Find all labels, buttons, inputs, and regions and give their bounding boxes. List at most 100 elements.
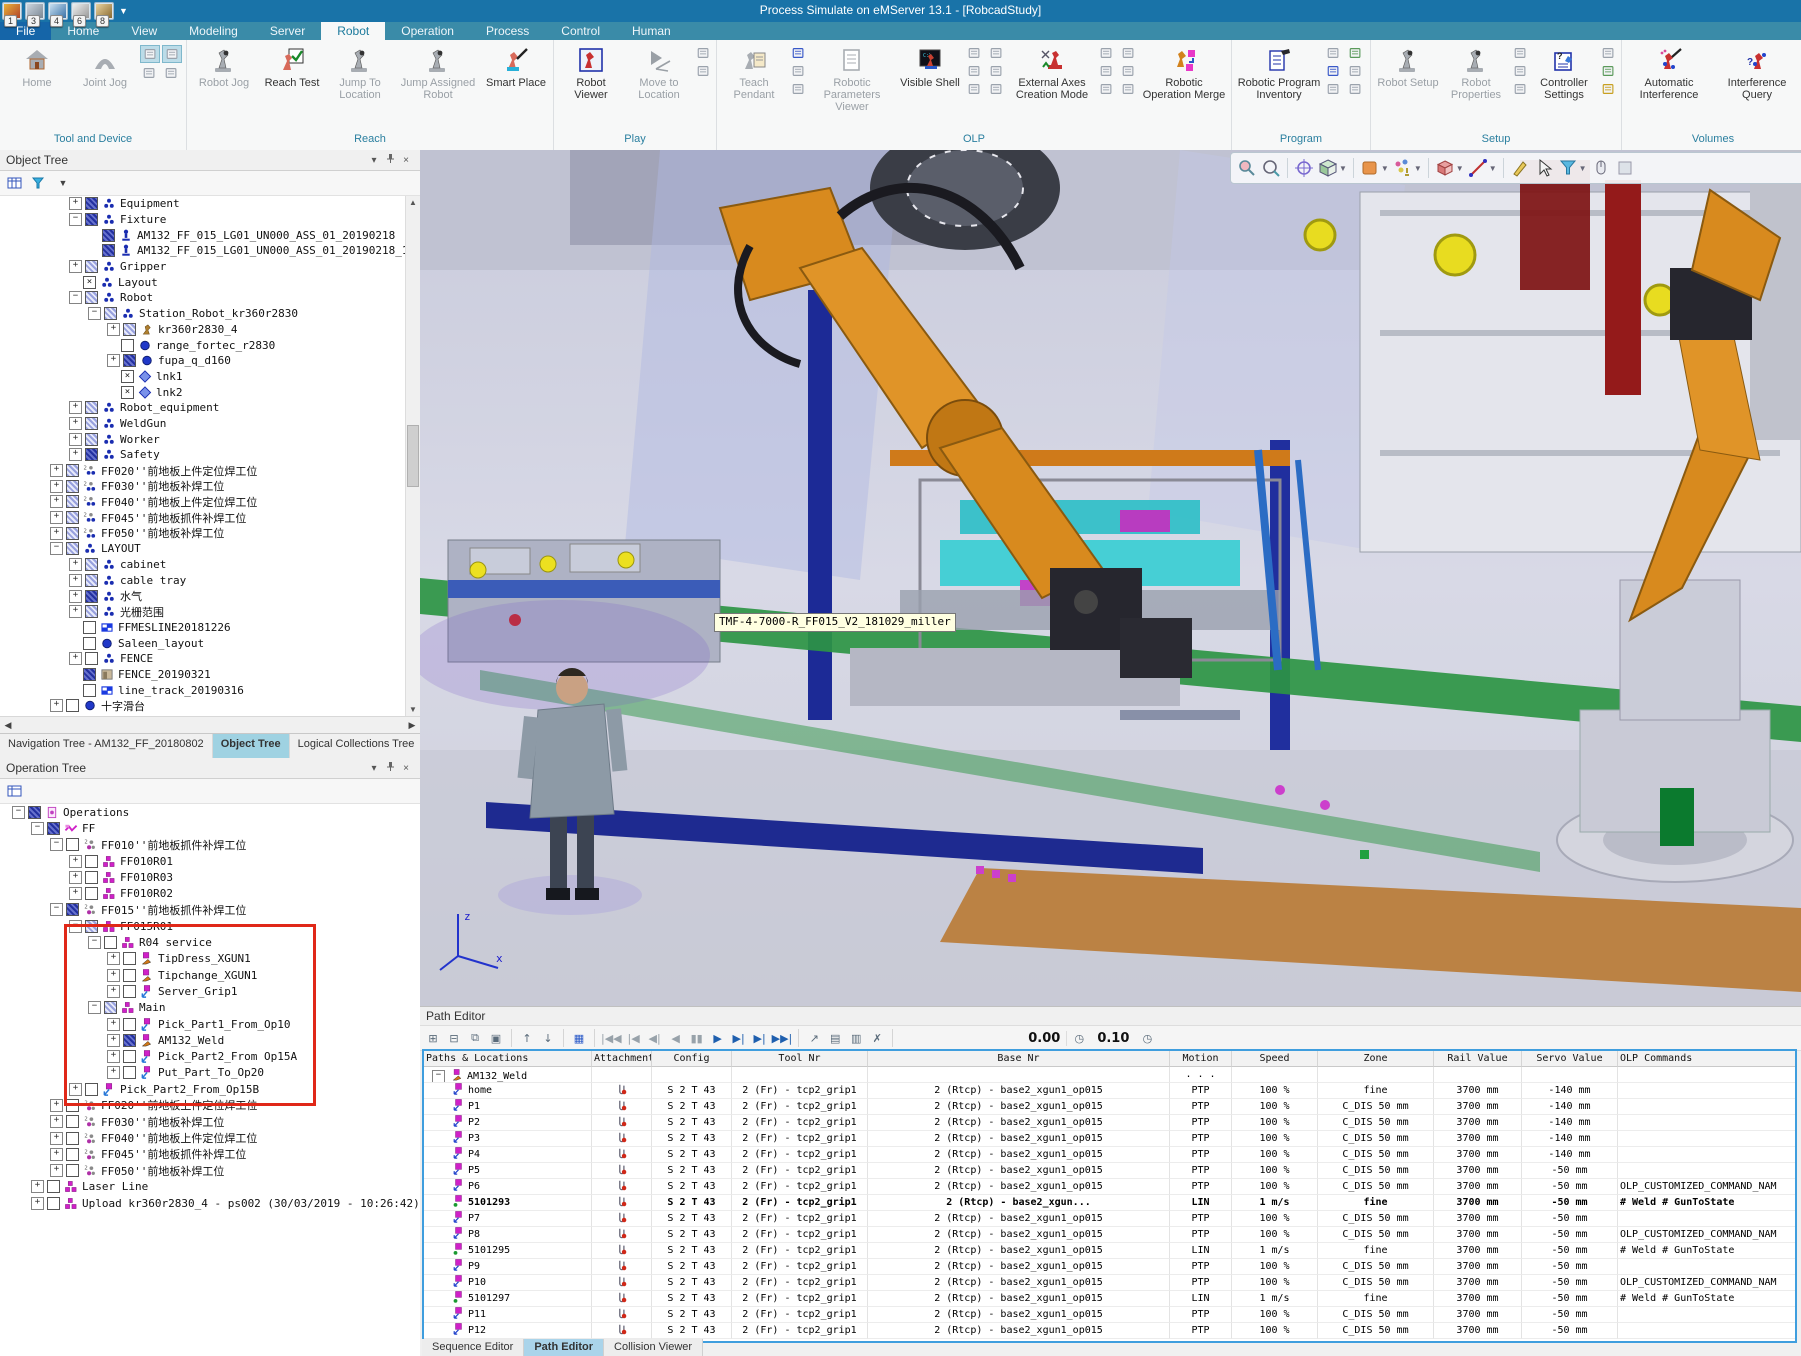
select-icon[interactable]	[1534, 158, 1554, 178]
tree-item[interactable]: + Server_Grip1	[0, 983, 420, 999]
tree-grid-icon[interactable]	[6, 175, 24, 191]
location-name-cell[interactable]: P1	[424, 1099, 592, 1115]
pin-icon[interactable]	[382, 153, 398, 167]
close-icon[interactable]: ×	[398, 155, 414, 166]
bottom-tab-collision-viewer[interactable]: Collision Viewer	[604, 1339, 703, 1356]
checkbox[interactable]	[123, 323, 136, 336]
path-editor-row[interactable]: P4S 2 T 432 (Fr) - tcp2_grip12 (Rtcp) - …	[424, 1147, 1795, 1163]
location-name-cell[interactable]: 5101295	[424, 1243, 592, 1259]
checkbox[interactable]	[85, 417, 98, 430]
close-icon[interactable]: ×	[398, 763, 414, 774]
checkbox[interactable]	[85, 260, 98, 273]
step-back-button[interactable]: |◀	[625, 1029, 643, 1047]
checkbox[interactable]	[85, 197, 98, 210]
ribbon-button-visible-shell[interactable]: C:\ Visible Shell	[897, 43, 963, 104]
expander-icon[interactable]: −	[69, 213, 82, 226]
checkbox[interactable]	[85, 605, 98, 618]
expander-icon[interactable]: +	[107, 1066, 120, 1079]
jump-back-icon[interactable]	[694, 63, 712, 79]
ribbon-button-joint-jog[interactable]: Joint Jog	[72, 43, 138, 104]
checkbox[interactable]	[123, 1034, 136, 1047]
checkbox[interactable]	[66, 464, 79, 477]
tree-item[interactable]: + 十字滑台	[0, 698, 420, 714]
tree-item[interactable]: × lnk1	[0, 369, 420, 385]
expander-icon[interactable]: +	[69, 652, 82, 665]
ribbon-button-external-axes-creation-mode[interactable]: External Axes Creation Mode	[1009, 43, 1095, 104]
path-editor-row[interactable]: P7S 2 T 432 (Fr) - tcp2_grip12 (Rtcp) - …	[424, 1211, 1795, 1227]
expander-icon[interactable]: +	[50, 699, 63, 712]
tree-item[interactable]: − FF015R01	[0, 918, 420, 934]
expander-icon[interactable]: +	[69, 590, 82, 603]
dropdown-chevron[interactable]: ▼	[54, 175, 72, 191]
checkbox[interactable]	[85, 920, 98, 933]
checkbox[interactable]	[83, 684, 96, 697]
expander-icon[interactable]: +	[107, 354, 120, 367]
tree-item[interactable]: − 2 FF010''前地板抓件补焊工位	[0, 837, 420, 853]
attach-robot-icon[interactable]	[140, 45, 160, 63]
prog-dl-icon[interactable]	[1324, 81, 1342, 97]
center-view-icon[interactable]	[1294, 158, 1314, 178]
checkbox[interactable]	[104, 1001, 117, 1014]
expander-icon[interactable]: +	[50, 511, 63, 524]
checkbox[interactable]	[85, 871, 98, 884]
tree-item[interactable]: + Pick_Part1_From_Op10	[0, 1016, 420, 1032]
expander-icon[interactable]: +	[50, 1164, 63, 1177]
tree-item[interactable]: range_fortec_r2830	[0, 337, 420, 353]
filter-icon[interactable]: ▼	[1558, 158, 1587, 178]
chevron-down-icon[interactable]: ▾	[366, 155, 382, 166]
tree-item[interactable]: + Upload kr360r2830_4 - ps002 (30/03/201…	[0, 1195, 420, 1211]
expander-icon[interactable]: +	[31, 1197, 44, 1210]
column-header[interactable]: Tool Nr	[732, 1051, 868, 1067]
axes-b-icon[interactable]	[1119, 45, 1137, 61]
expander-icon[interactable]: +	[107, 969, 120, 982]
checkbox[interactable]	[85, 652, 98, 665]
tree-item[interactable]: + 2 FF040''前地板上件定位焊工位	[0, 494, 420, 510]
checkbox[interactable]	[102, 229, 115, 242]
tree-item[interactable]: − R04 service	[0, 934, 420, 950]
location-name-cell[interactable]: P11	[424, 1307, 592, 1323]
ribbon-button-automatic-interference[interactable]: Automatic Interference	[1626, 43, 1712, 104]
expander-icon[interactable]: +	[69, 1083, 82, 1096]
expander-icon[interactable]: +	[50, 464, 63, 477]
ribbon-tab-operation[interactable]: Operation	[385, 22, 470, 40]
olp-d-icon[interactable]	[987, 63, 1005, 79]
tree-item[interactable]: + 2 FF030''前地板补焊工位	[0, 478, 420, 494]
ribbon-tab-process[interactable]: Process	[470, 22, 545, 40]
checkbox[interactable]	[85, 558, 98, 571]
pointer-icon[interactable]	[1591, 158, 1611, 178]
column-header[interactable]: Servo Value	[1522, 1051, 1618, 1067]
expander-icon[interactable]: −	[50, 542, 63, 555]
expander-icon[interactable]: −	[50, 838, 63, 851]
checkbox[interactable]	[85, 213, 98, 226]
tree-item[interactable]: FFMESLINE20181226	[0, 620, 420, 636]
axes-e-icon[interactable]	[1097, 81, 1115, 97]
play-backward-button[interactable]: ◀	[667, 1029, 685, 1047]
expander-icon[interactable]: +	[69, 448, 82, 461]
checkbox[interactable]	[104, 936, 117, 949]
zoom-area-icon[interactable]	[1261, 158, 1281, 178]
ribbon-button-smart-place[interactable]: Smart Place	[483, 43, 549, 104]
ribbon-button-move-to-location[interactable]: Move to Location	[626, 43, 692, 104]
expander-icon[interactable]: +	[69, 260, 82, 273]
tree-tab-navigation-tree-am132-ff-20180802[interactable]: Navigation Tree - AM132_FF_20180802	[0, 734, 213, 758]
doc-check-icon[interactable]	[1599, 63, 1617, 79]
gauge-icon[interactable]	[1511, 45, 1529, 61]
tree-item[interactable]: − FF	[0, 820, 420, 836]
erase-icon[interactable]	[1615, 158, 1635, 178]
pause-button[interactable]: ▮▮	[688, 1029, 706, 1047]
path-editor-row[interactable]: P12S 2 T 432 (Fr) - tcp2_grip12 (Rtcp) -…	[424, 1323, 1795, 1339]
checkbox[interactable]	[85, 590, 98, 603]
column-header[interactable]: Config	[652, 1051, 732, 1067]
unmount-tool-icon[interactable]	[162, 65, 180, 81]
olp-e-icon[interactable]	[965, 81, 983, 97]
expander-icon[interactable]: −	[88, 1001, 101, 1014]
zoom-in-icon[interactable]	[1237, 158, 1257, 178]
checkbox[interactable]	[123, 985, 136, 998]
ribbon-button-interference-query[interactable]: ? Interference Query	[1714, 43, 1800, 104]
checkbox[interactable]	[85, 291, 98, 304]
prog-new-icon[interactable]	[1346, 45, 1364, 61]
volume-display-icon[interactable]: ▼	[1435, 158, 1464, 178]
location-name-cell[interactable]: P7	[424, 1211, 592, 1227]
path-editor-row[interactable]: P3S 2 T 432 (Fr) - tcp2_grip12 (Rtcp) - …	[424, 1131, 1795, 1147]
path-editor-row[interactable]: − AM132_Weld. . .	[424, 1067, 1795, 1083]
